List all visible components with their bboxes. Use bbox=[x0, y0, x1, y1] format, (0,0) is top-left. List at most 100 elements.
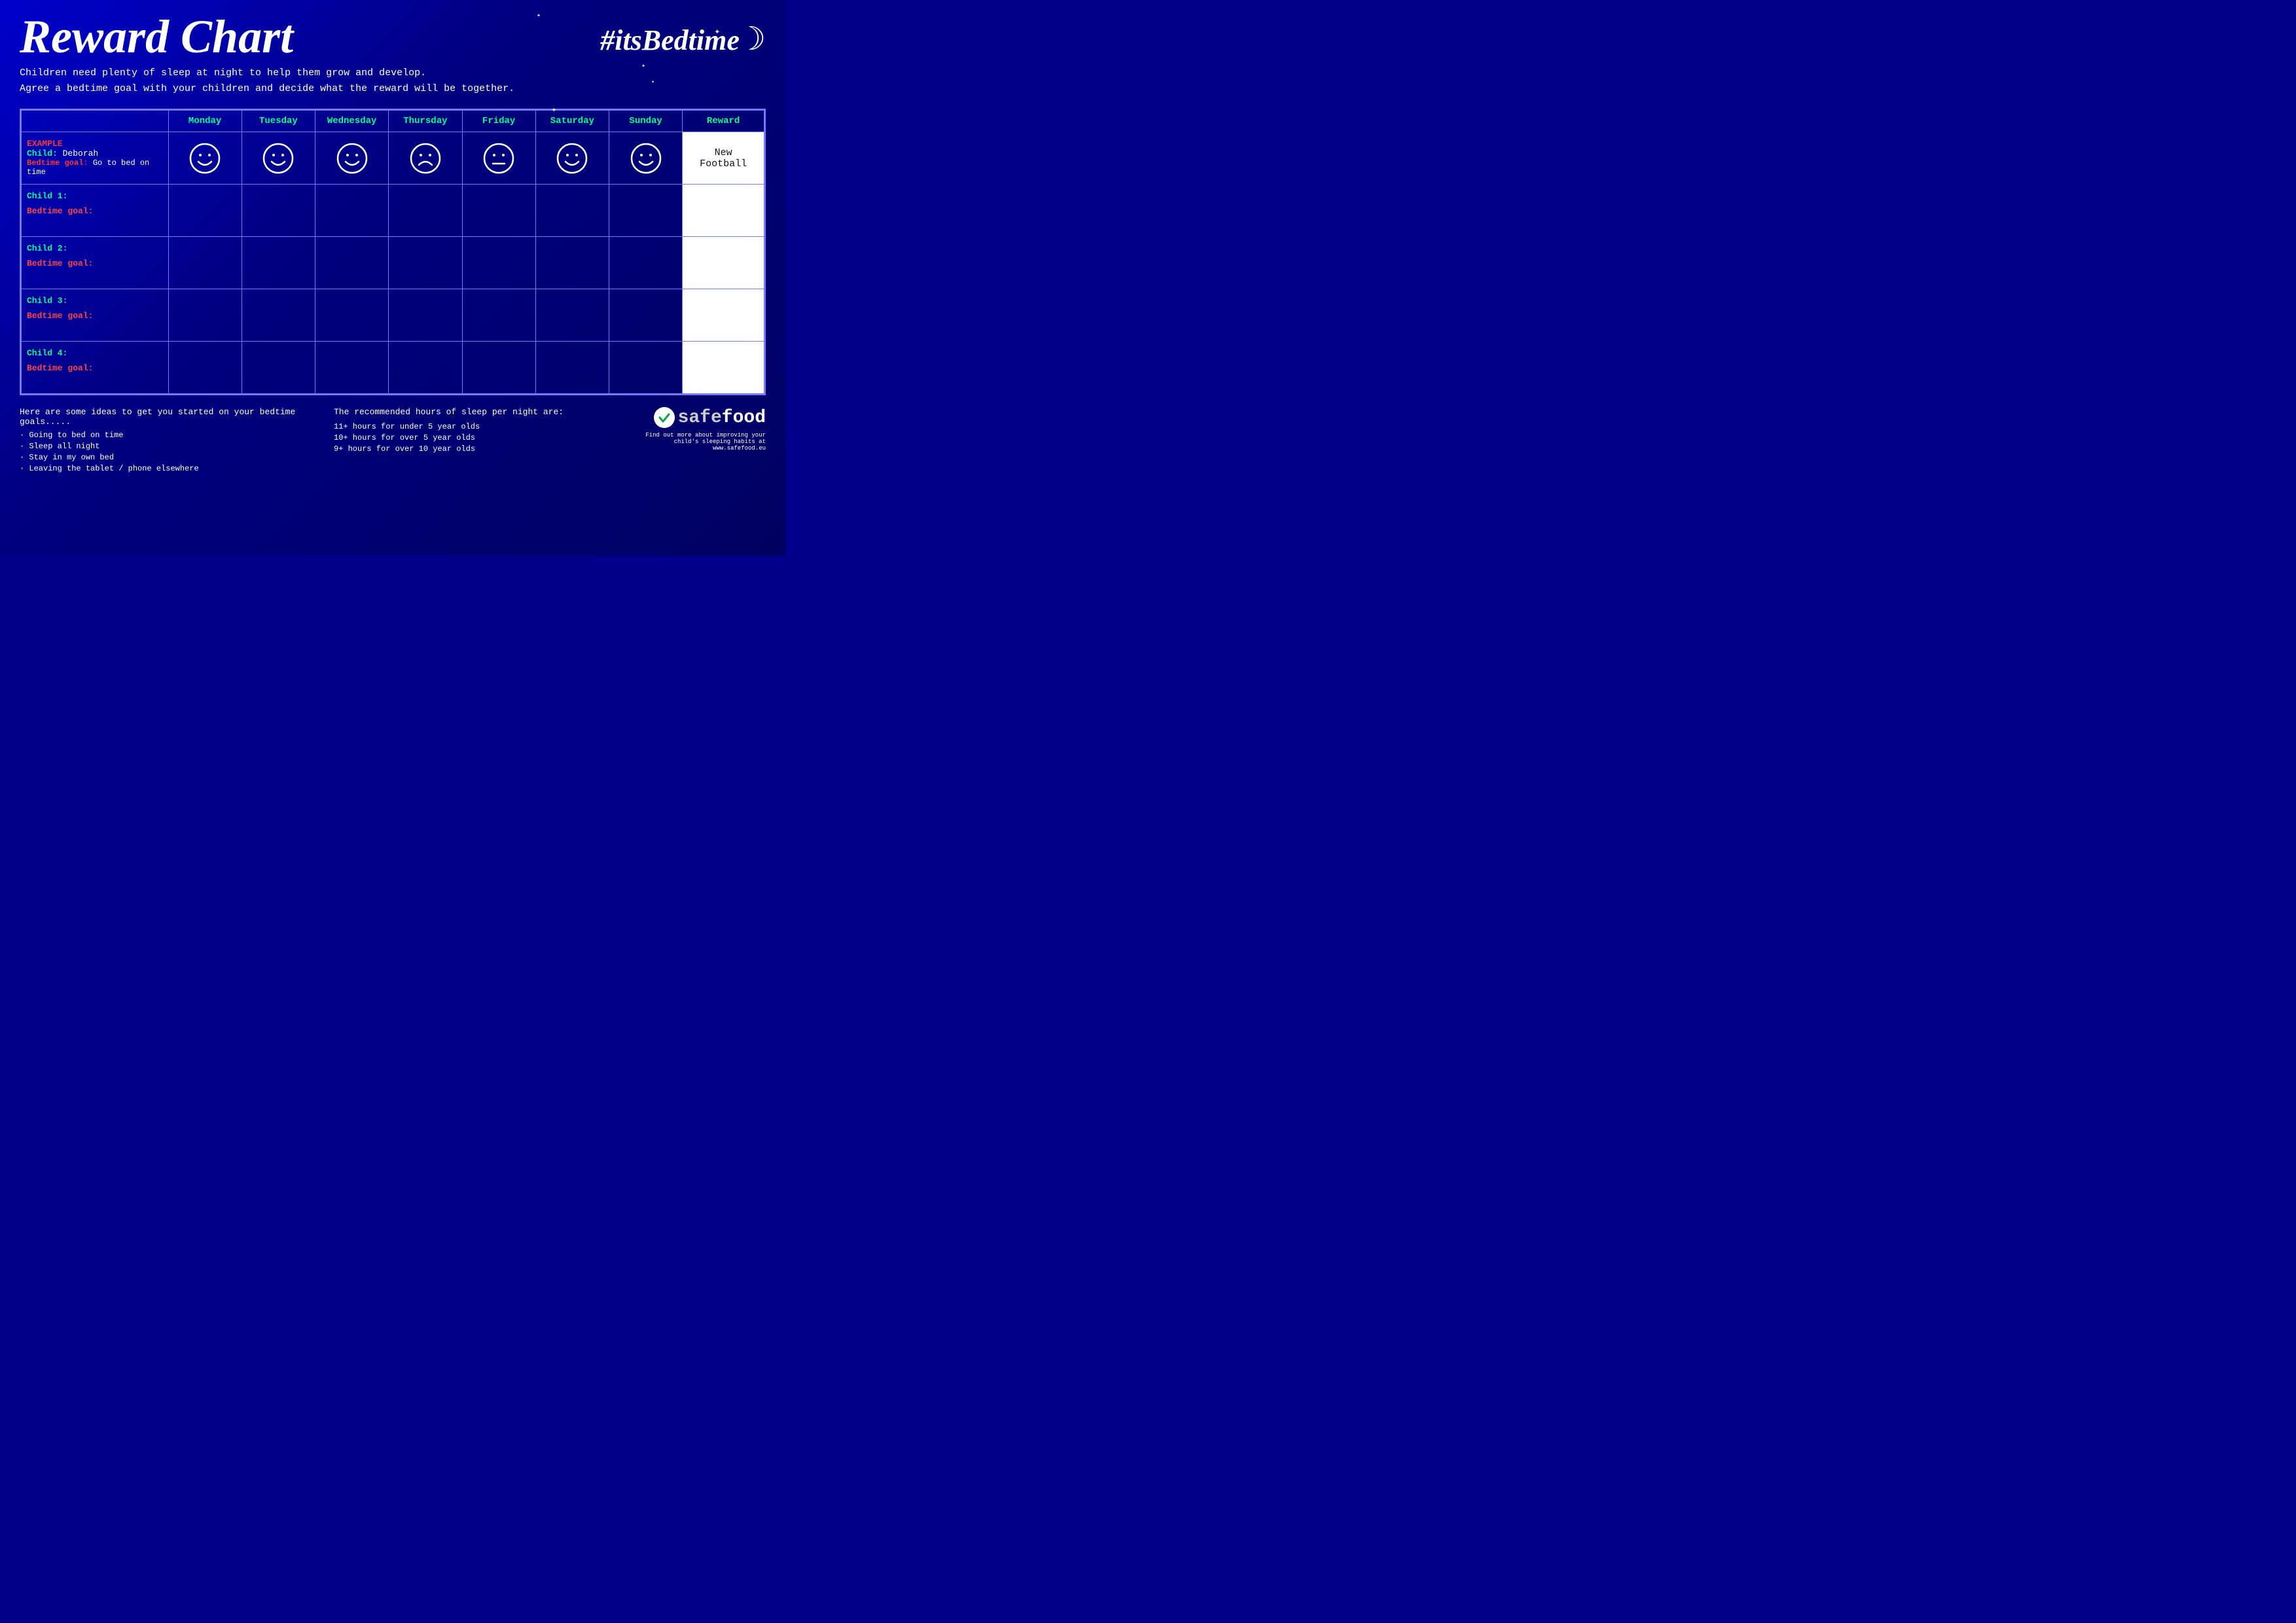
child3-label: Child 3: bbox=[27, 296, 163, 306]
col-header-saturday: Saturday bbox=[535, 111, 609, 132]
child4-row: Child 4: Bedtime goal: bbox=[22, 342, 764, 394]
child1-row: Child 1: Bedtime goal: bbox=[22, 185, 764, 237]
col-header-reward: Reward bbox=[683, 111, 764, 132]
child1-wednesday bbox=[315, 185, 389, 237]
hashtag-section: #itsBedtime ☽ bbox=[600, 20, 766, 60]
example-tag: EXAMPLE bbox=[27, 139, 163, 149]
star-icon: ✦ bbox=[651, 79, 655, 85]
child3-friday bbox=[462, 289, 535, 342]
example-sunday-cell bbox=[609, 132, 683, 185]
col-header-label bbox=[22, 111, 169, 132]
child2-goal-label: Bedtime goal: bbox=[27, 259, 93, 268]
child2-reward bbox=[683, 237, 764, 289]
child4-tuesday bbox=[242, 342, 315, 394]
idea-4: · Leaving the tablet / phone elsewhere bbox=[20, 464, 308, 473]
child4-reward bbox=[683, 342, 764, 394]
happy-face-icon bbox=[188, 142, 221, 175]
safefood-logo: safefood bbox=[622, 407, 766, 428]
example-wednesday-cell bbox=[315, 132, 389, 185]
happy-face-icon bbox=[336, 142, 368, 175]
col-header-wednesday: Wednesday bbox=[315, 111, 389, 132]
child2-row: Child 2: Bedtime goal: bbox=[22, 237, 764, 289]
child4-goal-label: Bedtime goal: bbox=[27, 363, 93, 373]
child1-saturday bbox=[535, 185, 609, 237]
example-saturday-cell bbox=[535, 132, 609, 185]
col-header-sunday: Sunday bbox=[609, 111, 683, 132]
footer-sleep: The recommended hours of sleep per night… bbox=[308, 407, 622, 455]
sleep-item-2: 10+ hours for over 5 year olds bbox=[334, 433, 622, 442]
child3-label-cell: Child 3: Bedtime goal: bbox=[22, 289, 169, 342]
table-header-row: Monday Tuesday Wednesday Thursday Friday… bbox=[22, 111, 764, 132]
child4-label-cell: Child 4: Bedtime goal: bbox=[22, 342, 169, 394]
child1-reward bbox=[683, 185, 764, 237]
child2-saturday bbox=[535, 237, 609, 289]
child2-label-cell: Child 2: Bedtime goal: bbox=[22, 237, 169, 289]
idea-1: · Going to bed on time bbox=[20, 431, 308, 440]
star-icon: ✦ bbox=[537, 12, 541, 20]
child3-thursday bbox=[389, 289, 462, 342]
child3-reward bbox=[683, 289, 764, 342]
child1-sunday bbox=[609, 185, 683, 237]
check-icon bbox=[658, 411, 671, 424]
child2-monday bbox=[168, 237, 242, 289]
child3-row: Child 3: Bedtime goal: bbox=[22, 289, 764, 342]
child3-sunday bbox=[609, 289, 683, 342]
child4-monday bbox=[168, 342, 242, 394]
reward-table-container: Monday Tuesday Wednesday Thursday Friday… bbox=[20, 109, 766, 395]
child4-wednesday bbox=[315, 342, 389, 394]
child1-goal-label: Bedtime goal: bbox=[27, 206, 93, 216]
child1-thursday bbox=[389, 185, 462, 237]
sleep-title: The recommended hours of sleep per night… bbox=[334, 407, 622, 417]
header: Reward Chart #itsBedtime ☽ bbox=[20, 13, 766, 60]
reward-table: Monday Tuesday Wednesday Thursday Friday… bbox=[21, 110, 764, 394]
child2-sunday bbox=[609, 237, 683, 289]
example-reward-text: New Football bbox=[700, 147, 747, 169]
child3-wednesday bbox=[315, 289, 389, 342]
child3-saturday bbox=[535, 289, 609, 342]
idea-2: · Sleep all night bbox=[20, 442, 308, 451]
happy-face-icon bbox=[556, 142, 588, 175]
child3-tuesday bbox=[242, 289, 315, 342]
col-header-monday: Monday bbox=[168, 111, 242, 132]
example-child-name: Child: Deborah bbox=[27, 149, 163, 158]
child2-wednesday bbox=[315, 237, 389, 289]
example-reward-cell: New Football bbox=[683, 132, 764, 185]
title-block: Reward Chart bbox=[20, 13, 293, 60]
ideas-title: Here are some ideas to get you started o… bbox=[20, 407, 308, 427]
child2-label: Child 2: bbox=[27, 243, 163, 253]
child1-label-cell: Child 1: Bedtime goal: bbox=[22, 185, 169, 237]
child2-tuesday bbox=[242, 237, 315, 289]
example-bedtime-goal: Bedtime goal: Go to bed on time bbox=[27, 158, 163, 177]
sleep-item-1: 11+ hours for under 5 year olds bbox=[334, 422, 622, 431]
neutral-face-icon bbox=[482, 142, 515, 175]
safefood-brand-name: safefood bbox=[678, 408, 766, 428]
child1-monday bbox=[168, 185, 242, 237]
page: ✦ ✦ ✦ ✦ ✦ Reward Chart #itsBedtime ☽ Chi… bbox=[0, 0, 785, 556]
star-icon: ✦ bbox=[715, 26, 720, 37]
child4-thursday bbox=[389, 342, 462, 394]
child4-sunday bbox=[609, 342, 683, 394]
example-thursday-cell bbox=[389, 132, 462, 185]
child3-goal-label: Bedtime goal: bbox=[27, 311, 93, 321]
example-tuesday-cell bbox=[242, 132, 315, 185]
col-header-friday: Friday bbox=[462, 111, 535, 132]
child4-friday bbox=[462, 342, 535, 394]
safefood-tagline: Find out more about improving your child… bbox=[622, 432, 766, 452]
child1-label: Child 1: bbox=[27, 191, 163, 201]
example-label-cell: EXAMPLE Child: Deborah Bedtime goal: Go … bbox=[22, 132, 169, 185]
child4-label: Child 4: bbox=[27, 348, 163, 358]
page-title: Reward Chart bbox=[20, 13, 293, 60]
footer-ideas: Here are some ideas to get you started o… bbox=[20, 407, 308, 475]
happy-face-icon bbox=[262, 142, 295, 175]
footer: Here are some ideas to get you started o… bbox=[20, 407, 766, 475]
safefood-logo-icon bbox=[654, 407, 675, 428]
child2-friday bbox=[462, 237, 535, 289]
child1-friday bbox=[462, 185, 535, 237]
example-row: EXAMPLE Child: Deborah Bedtime goal: Go … bbox=[22, 132, 764, 185]
sad-face-icon bbox=[409, 142, 442, 175]
col-header-tuesday: Tuesday bbox=[242, 111, 315, 132]
child2-thursday bbox=[389, 237, 462, 289]
child4-saturday bbox=[535, 342, 609, 394]
sleep-item-3: 9+ hours for over 10 year olds bbox=[334, 444, 622, 454]
star-icon: ✦ bbox=[641, 62, 645, 70]
